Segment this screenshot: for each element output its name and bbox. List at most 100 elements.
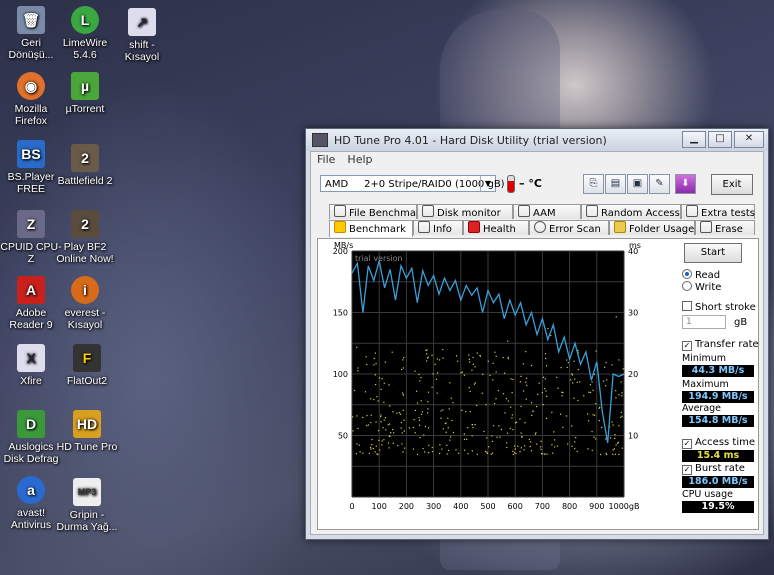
access-time-point [382,427,384,429]
close-button[interactable]: ✕ [734,131,764,148]
access-time-point [532,410,534,412]
access-time-point [487,360,489,362]
desktop-icon-xfire[interactable]: X Xfire [0,344,62,387]
x-tick: 900 [589,502,604,511]
exit-button[interactable]: Exit [711,174,753,195]
tab-disk-monitor[interactable]: Disk monitor [417,204,513,219]
access-time-point [544,353,547,355]
y-tick-right: 40 [628,247,638,256]
desktop-icon-flatout[interactable]: F FlatOut2 [56,344,118,387]
tab-aam[interactable]: AAM [513,204,581,219]
tab-erase[interactable]: Erase [695,220,755,235]
desktop-icon-bsplayer[interactable]: BS BS.Player FREE [0,140,62,195]
access-time-point [495,371,497,373]
desktop-icon-label: Auslogics Disk Defrag [3,441,59,465]
access-time-point [366,414,368,417]
start-button[interactable]: Start [684,243,742,263]
access-time-point [511,414,513,416]
options-icon[interactable]: ✎ [649,174,670,194]
benchmark-panel: MB/s ms trial version 200 150 100 50 40 30 20 10… [317,238,759,530]
access-time-point [567,361,569,364]
access-time-point [472,363,474,365]
access-time-point [575,437,577,439]
access-time-point [396,412,398,414]
desktop-icon-firefox[interactable]: ◉ Mozilla Firefox [0,72,62,127]
desktop-icon-utorrent[interactable]: µ µTorrent [54,72,116,115]
access-time-point [378,430,380,432]
access-time-point [614,434,616,436]
radio-indicator [682,269,692,279]
access-time-point [583,395,585,397]
tab-folder-usage[interactable]: Folder Usage [609,220,695,235]
desktop-icon-everest[interactable]: i everest - Kısayol [54,276,116,331]
tab-random-access[interactable]: Random Access [581,204,681,219]
access-time-point [561,391,563,393]
access-time-point [490,453,492,455]
access-time-point [504,412,506,414]
access-time-point [400,427,402,429]
access-time-point [439,444,441,446]
tab-health[interactable]: Health [463,220,529,235]
desktop-icon-avast[interactable]: a avast! Antivirus [0,476,62,531]
short-stroke-spinner[interactable]: 1 [682,315,726,329]
desktop-icon-adobe[interactable]: A Adobe Reader 9 [0,276,62,331]
burst-rate-checkbox[interactable]: ✓ Burst rate [682,463,745,475]
tab-file-benchmark[interactable]: File Benchmark [329,204,426,219]
access-time-point [469,411,471,413]
drive-select-value: AMD 2+0 Stripe/RAID0 (1000 gB) [325,179,505,190]
access-time-point [435,378,438,380]
tab-benchmark[interactable]: Benchmark [329,220,413,237]
tab-error-scan[interactable]: Error Scan [529,220,609,235]
menu-help[interactable]: Help [347,152,372,168]
download-icon[interactable]: ⬇ [675,174,696,194]
read-radio[interactable]: Read [682,269,720,281]
access-time-point [385,429,387,431]
menu-file[interactable]: File [317,152,335,168]
desktop-icon-auslogics[interactable]: D Auslogics Disk Defrag [0,410,62,465]
access-time-point [425,349,427,352]
desktop-icon-limewire[interactable]: L LimeWire 5.4.6 [54,6,116,61]
tab-extra-tests[interactable]: Extra tests [681,204,755,219]
check-icon: ✓ [682,465,692,475]
short-stroke-checkbox[interactable]: Short stroke [682,301,756,313]
copy-info-icon[interactable]: ⎘ [583,174,604,194]
copy-screenshot-icon[interactable]: ▤ [605,174,626,194]
access-time-point [378,439,380,442]
tab-info[interactable]: Info [413,220,463,235]
access-time-checkbox[interactable]: ✓ Access time [682,437,755,449]
health-icon [468,221,480,233]
desktop-icon-bf2-online[interactable]: 2 Play BF2 Online Now! [54,210,116,265]
access-time-point [403,419,405,421]
benchmark-chart: MB/s ms trial version2001501005040302010… [333,241,641,511]
check-icon: ✓ [682,341,692,351]
access-time-point [431,446,433,449]
access-time-point [419,424,421,426]
utorrent-icon: µ [71,72,99,100]
desktop-icon-recycle-bin[interactable]: 🗑 Geri Dönüşü... [0,6,62,61]
access-time-point [401,432,403,434]
access-time-point [605,385,607,387]
desktop-icon-shift[interactable]: ↗ shift - Kısayol [111,8,173,63]
access-time-point [352,416,354,418]
save-icon[interactable]: ▣ [627,174,648,194]
desktop-icon-gripin[interactable]: MP3 Gripin - Durma Yağ... [56,478,118,533]
maximize-button[interactable]: □ [708,131,732,148]
access-time-point [414,432,416,434]
access-time-point [514,448,516,450]
write-radio[interactable]: Write [682,281,721,293]
access-time-point [463,433,465,435]
minimize-button[interactable]: ▁ [682,131,706,148]
access-time-point [592,389,594,391]
desktop-icon-battlefield[interactable]: 2 Battlefield 2 [54,144,116,187]
access-time-point [595,403,597,405]
drive-select[interactable]: AMD 2+0 Stripe/RAID0 (1000 gB) ▼ [320,175,505,192]
access-time-point [380,416,382,418]
transfer-rate-checkbox[interactable]: ✓ Transfer rate [682,339,759,351]
desktop-icon-cpuz[interactable]: Z CPUID CPU-Z [0,210,62,265]
hdtune-icon: HD [73,410,101,438]
transfer-rate-label: Transfer rate [695,339,759,350]
access-time-point [378,377,381,379]
access-time-point [356,415,358,417]
desktop-icon-hdtune[interactable]: HD HD Tune Pro [56,410,118,453]
access-time-point [545,357,547,360]
